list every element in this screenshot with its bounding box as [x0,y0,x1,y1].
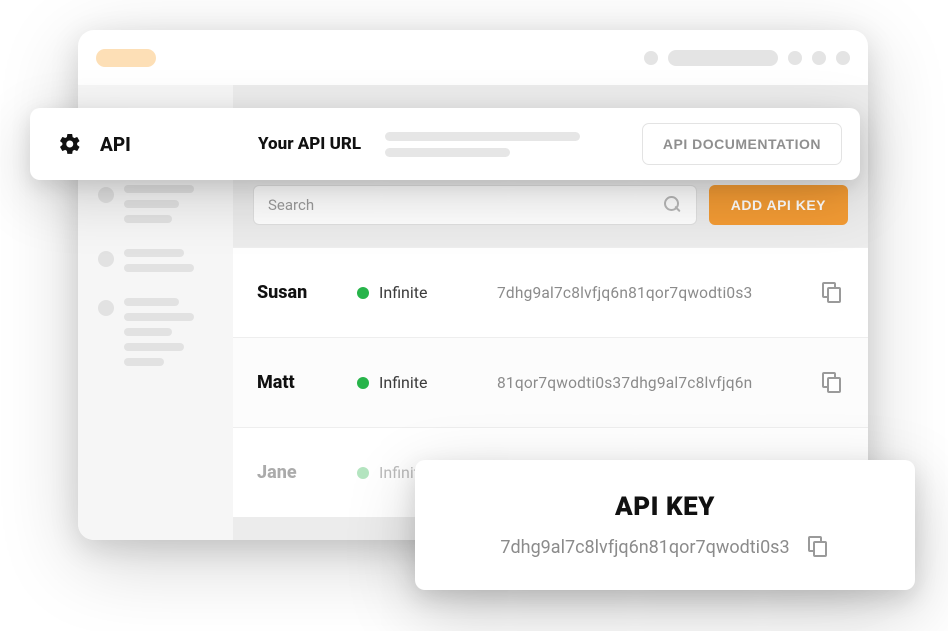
gear-icon [58,132,82,156]
titlebar-dot [644,51,658,65]
copy-icon[interactable] [822,282,844,304]
sidebar-item[interactable] [98,249,213,272]
status-dot-icon [357,377,369,389]
api-url-label: Your API URL [258,134,361,154]
titlebar-dot [788,51,802,65]
status-text: Infinite [379,373,428,392]
sidebar-icon [98,300,114,316]
row-name: Susan [257,282,357,303]
api-key-popover: API KEY 7dhg9al7c8lvfjq6n81qor7qwodti0s3 [415,460,915,590]
row-key: 7dhg9al7c8lvfjq6n81qor7qwodti0s3 [497,284,822,302]
status-text: Infinite [379,283,428,302]
titlebar-bar [668,50,778,66]
sidebar-item[interactable] [98,185,213,223]
status-dot-icon [357,467,369,479]
row-name: Matt [257,372,357,393]
add-api-key-button[interactable]: ADD API KEY [709,185,848,225]
window-titlebar [78,30,868,85]
search-input[interactable]: Search [253,185,697,225]
api-header-card: API Your API URL API DOCUMENTATION [30,108,860,180]
page-title: API [100,133,240,156]
table-row: Susan Infinite 7dhg9al7c8lvfjq6n81qor7qw… [233,247,868,337]
api-documentation-label: API DOCUMENTATION [663,136,821,152]
titlebar-dot [812,51,826,65]
copy-icon[interactable] [822,372,844,394]
toolbar: Search ADD API KEY [233,185,868,247]
logo-placeholder [96,49,156,67]
sidebar-icon [98,251,114,267]
sidebar-item[interactable] [98,298,213,366]
row-status: Infinite [357,373,497,392]
row-name: Jane [257,462,357,483]
api-key-value: 7dhg9al7c8lvfjq6n81qor7qwodti0s3 [500,537,789,558]
row-status: Infinite [357,283,497,302]
row-key: 81qor7qwodti0s37dhg9al7c8lvfjq6n [497,374,822,392]
api-url-value-placeholder [385,132,624,157]
titlebar-dot [836,51,850,65]
search-placeholder: Search [268,196,664,214]
api-key-popover-title: API KEY [615,492,715,522]
search-icon [664,196,682,214]
table-row: Matt Infinite 81qor7qwodti0s37dhg9al7c8l… [233,337,868,427]
add-api-key-label: ADD API KEY [731,197,826,213]
copy-icon[interactable] [808,536,830,558]
status-dot-icon [357,287,369,299]
sidebar-icon [98,187,114,203]
api-documentation-button[interactable]: API DOCUMENTATION [642,123,842,165]
